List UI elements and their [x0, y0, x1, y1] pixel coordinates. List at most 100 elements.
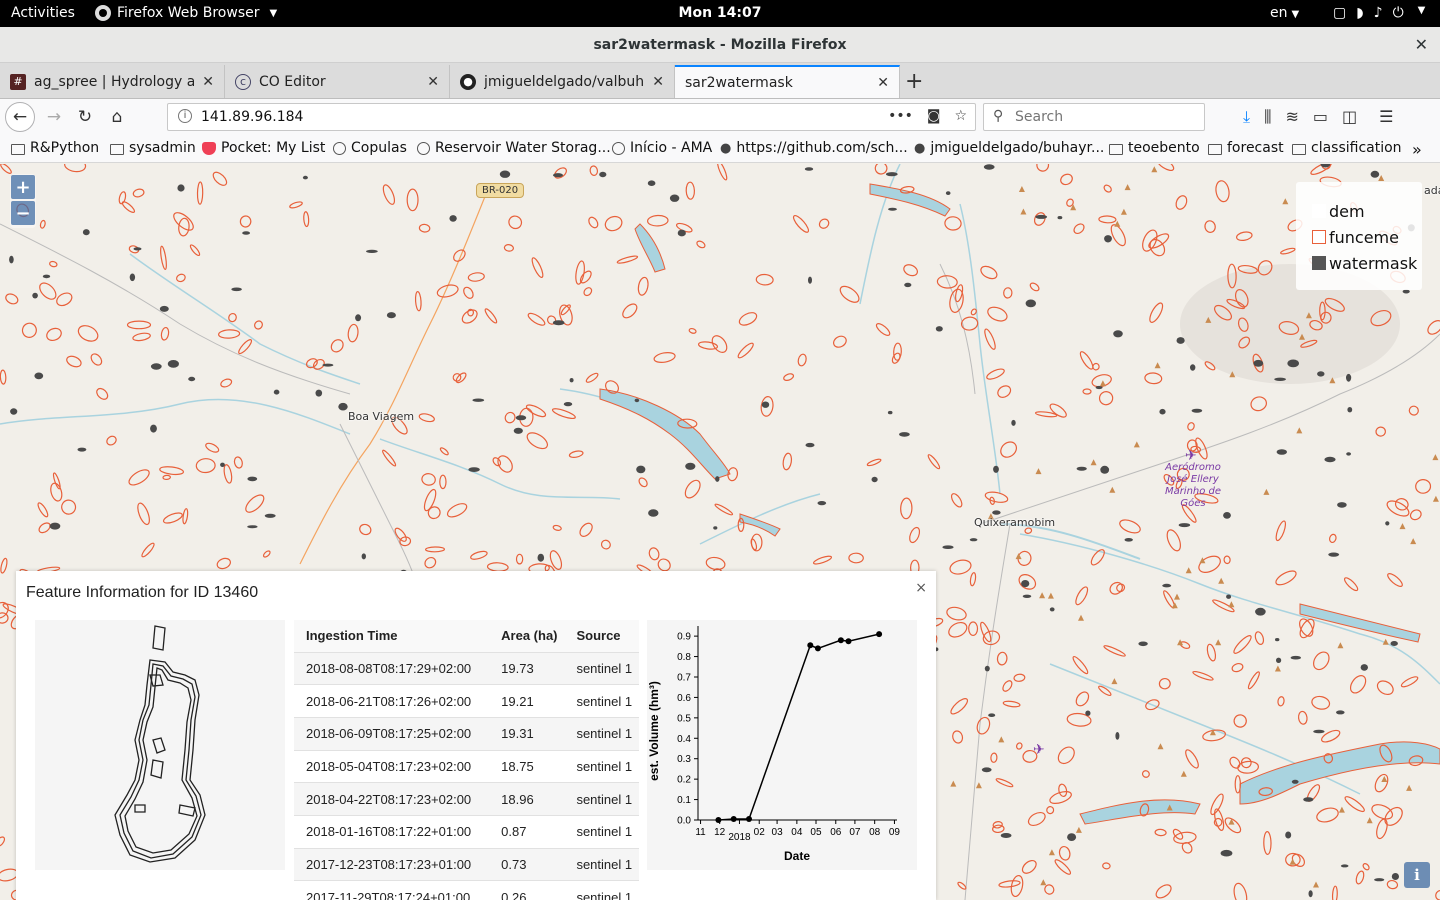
- layers-icon[interactable]: ≋: [1285, 107, 1298, 127]
- map-view[interactable]: ✈ ✈ BR-020 Boa Viagem Quixeramobim Aeród…: [0, 164, 1440, 900]
- home-button[interactable]: ⌂: [104, 104, 130, 130]
- x-tick-label: 02: [754, 827, 766, 838]
- legend-item-watermask[interactable]: watermask: [1312, 250, 1422, 276]
- language-menu[interactable]: en ▼: [1270, 5, 1299, 21]
- download-icon[interactable]: ⤓: [1243, 107, 1250, 127]
- url-bar[interactable]: i 141.89.96.184 ••• ◙ ☆: [167, 103, 976, 131]
- bookmark-buhayra[interactable]: ● jmigueldelgado/buhayr...: [914, 140, 1104, 156]
- bookmark-star-icon[interactable]: ☆: [954, 108, 967, 124]
- search-bar[interactable]: ⚲: [983, 103, 1205, 131]
- bookmark-sysadmin[interactable]: sysadmin: [110, 140, 196, 156]
- tab-close-icon[interactable]: ✕: [202, 74, 214, 90]
- cell-area: 0.26: [489, 880, 565, 900]
- arrow-left-icon: ←: [12, 107, 28, 127]
- bookmark-label: https://github.com/sch...: [736, 140, 908, 156]
- sidebar-icon[interactable]: ◫: [1342, 107, 1357, 127]
- forward-button[interactable]: →: [41, 104, 67, 130]
- wifi-icon: ◗: [1356, 5, 1364, 21]
- reservoir-shape: [114, 625, 206, 863]
- folder-icon: [110, 143, 124, 155]
- search-input[interactable]: [1015, 109, 1195, 125]
- library-icon[interactable]: ⫼: [1264, 107, 1271, 127]
- zoom-in-button[interactable]: +: [11, 175, 35, 199]
- tab-label: sar2watermask: [685, 74, 793, 91]
- airport-label: Aeródromo José Ellery Marinho de Góes: [1164, 462, 1222, 509]
- system-tray[interactable]: ▢ ◗ ♪ ⏻ ▼: [1333, 5, 1425, 21]
- cell-source: sentinel 1: [564, 684, 639, 718]
- pocket-icon[interactable]: ◙: [927, 108, 941, 124]
- bookmark-pocket[interactable]: Pocket: My List: [202, 140, 325, 156]
- reload-icon: ↻: [77, 107, 93, 127]
- data-point: [746, 816, 752, 822]
- y-tick-label: 0.8: [677, 652, 691, 663]
- y-tick-label: 0.3: [677, 754, 691, 765]
- cell-area: 0.87: [489, 814, 565, 849]
- volume-chart: 0.0 0.1 0.2 0.3 0.4 0.5 0.6 0.7 0.8 0.9 11 12 2018 02…: [647, 626, 900, 863]
- road-shield: BR-020: [476, 183, 525, 198]
- y-tick-label: 0.9: [677, 632, 691, 643]
- popup-close-button[interactable]: ×: [915, 580, 927, 596]
- back-button[interactable]: ←: [5, 102, 35, 132]
- github-icon: ●: [460, 73, 476, 90]
- reload-button[interactable]: ↻: [72, 104, 98, 130]
- pocket-icon: [202, 141, 216, 155]
- cell-time: 2018-05-04T08:17:23+02:00: [294, 749, 490, 783]
- bookmark-github-sch[interactable]: ● https://github.com/sch...: [720, 140, 908, 156]
- tab-label: ag_spree | Hydrology and: [34, 73, 195, 90]
- caret-down-icon: ▼: [1291, 9, 1300, 20]
- arrow-right-icon: →: [46, 107, 62, 127]
- x-tick-label: 06: [830, 827, 842, 838]
- language-label: en: [1270, 5, 1288, 21]
- tab-co-editor[interactable]: c CO Editor ✕: [225, 65, 450, 98]
- column-header: Ingestion Time: [294, 620, 490, 652]
- bookmarks-overflow-icon[interactable]: »: [1412, 140, 1422, 159]
- bookmark-rpython[interactable]: R&Python: [11, 140, 99, 156]
- bookmark-copulas[interactable]: Copulas: [333, 140, 407, 156]
- cell-time: 2018-06-09T08:17:25+02:00: [294, 716, 490, 751]
- url-text[interactable]: 141.89.96.184: [201, 109, 303, 125]
- x-tick-label: 03: [772, 827, 784, 838]
- bookmark-forecast[interactable]: forecast: [1208, 140, 1284, 156]
- globe-icon: [333, 141, 346, 155]
- info-icon[interactable]: i: [178, 109, 192, 123]
- bookmark-label: teoebento: [1128, 140, 1200, 156]
- legend-item-funceme[interactable]: funceme: [1312, 224, 1422, 250]
- menu-icon[interactable]: ☰: [1379, 107, 1393, 127]
- cell-time: 2018-08-08T08:17:29+02:00: [294, 651, 490, 685]
- tab-sar2watermask[interactable]: sar2watermask ✕: [675, 65, 900, 98]
- tab-close-icon[interactable]: ✕: [652, 74, 664, 90]
- window-titlebar: sar2watermask - Mozilla Firefox ✕: [0, 27, 1440, 63]
- globe-icon: [612, 141, 625, 155]
- bookmark-inicio-ama[interactable]: Início - AMA: [612, 140, 712, 156]
- globe-icon: [417, 141, 430, 155]
- tab-github[interactable]: ● jmigueldelgado/valbuhayr ✕: [450, 65, 675, 98]
- x-tick-label: 09: [889, 827, 901, 838]
- bookmark-classification[interactable]: classification: [1292, 140, 1402, 156]
- chart-axes: 0.0 0.1 0.2 0.3 0.4 0.5 0.6 0.7 0.8 0.9 11 12 2018 02…: [677, 626, 900, 843]
- tab-label: CO Editor: [259, 73, 326, 90]
- new-tab-button[interactable]: +: [905, 69, 923, 94]
- zoom-out-button[interactable]: −: [11, 201, 35, 225]
- table-row: 2018-04-22T08:17:23+02:00 18.96 sentinel 1: [294, 782, 639, 816]
- cell-area: 19.73: [489, 651, 565, 685]
- table-row: 2017-12-23T08:17:23+01:00 0.73 sentinel 1: [294, 847, 639, 881]
- bookmark-teoebento[interactable]: teoebento: [1109, 140, 1200, 156]
- series-line: [718, 633, 880, 821]
- tab-ag-spree[interactable]: # ag_spree | Hydrology and ✕: [0, 65, 225, 98]
- reader-icon[interactable]: ▭: [1313, 107, 1328, 127]
- folder-icon: [1208, 143, 1222, 155]
- bookmark-reservoir[interactable]: Reservoir Water Storag...: [417, 140, 611, 156]
- observations-table: Ingestion Time Area (ha) Source 2018-08-…: [294, 620, 639, 900]
- x-tick-label: 07: [849, 827, 861, 838]
- column-header: Area (ha): [489, 620, 565, 652]
- page-actions-icon[interactable]: •••: [888, 108, 913, 124]
- tab-close-icon[interactable]: ✕: [427, 74, 439, 90]
- window-close-button[interactable]: ✕: [1415, 35, 1428, 54]
- legend-item-dem[interactable]: dem: [1312, 198, 1422, 224]
- tab-close-icon[interactable]: ✕: [877, 75, 889, 91]
- bookmarks-toolbar: R&Python sysadmin Pocket: My List Copula…: [0, 135, 1440, 163]
- cell-source: sentinel 1: [564, 847, 639, 881]
- clock[interactable]: Mon 14:07: [0, 5, 1440, 21]
- window-title: sar2watermask - Mozilla Firefox: [593, 37, 847, 53]
- attribution-button[interactable]: i: [1404, 862, 1430, 888]
